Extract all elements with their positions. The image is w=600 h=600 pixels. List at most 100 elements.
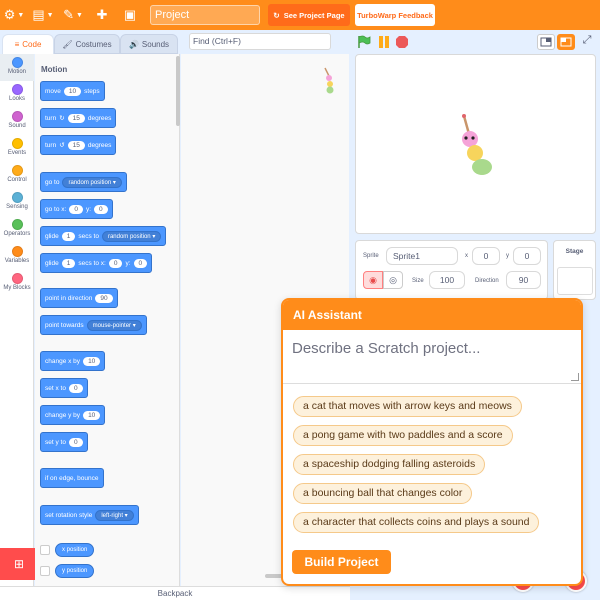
target-dropdown[interactable]: random position ▾	[101, 230, 162, 242]
change-y-block[interactable]: change y by 10	[40, 405, 106, 425]
x-input[interactable]: 0	[69, 204, 83, 214]
y-input[interactable]: 0	[94, 204, 108, 214]
palette-scrollbar[interactable]	[176, 56, 180, 126]
category-sound[interactable]: Sound	[0, 108, 34, 135]
build-project-button[interactable]: Build Project	[292, 550, 391, 574]
resize-handle-icon[interactable]	[571, 373, 579, 381]
tab-sounds[interactable]: 🔊 Sounds	[120, 34, 178, 54]
category-color-icon	[11, 192, 23, 203]
block-input[interactable]: 15	[67, 140, 85, 150]
category-label: Variables	[4, 258, 30, 264]
stage-selector-panel[interactable]: Stage	[553, 240, 596, 300]
block-label: set rotation style	[45, 511, 93, 519]
glide-to-block[interactable]: glide 1 secs to random position ▾	[40, 226, 167, 246]
fullscreen-button[interactable]: ⤢	[579, 34, 595, 50]
packager-button[interactable]: ▣	[116, 0, 144, 30]
category-menu: Motion Looks Sound Events Control Sensing Oper…	[0, 54, 34, 586]
block-input[interactable]: 10	[83, 356, 101, 366]
set-x-block[interactable]: set x to 0	[40, 378, 88, 398]
tab-costumes[interactable]: 🖌 Costumes	[54, 34, 120, 54]
block-input[interactable]: 0	[68, 383, 83, 393]
tab-sounds-label: Sounds	[141, 39, 170, 49]
target-dropdown[interactable]: mouse-pointer ▾	[86, 319, 142, 331]
category-color-icon	[11, 273, 23, 284]
target-dropdown[interactable]: random position ▾	[62, 176, 122, 188]
puzzle-icon: ✚	[96, 7, 108, 22]
project-description-textarea[interactable]: Describe a Scratch project...	[283, 330, 581, 384]
show-sprite-button[interactable]: ◉	[363, 271, 383, 289]
rotation-dropdown[interactable]: left-right ▾	[95, 509, 134, 521]
point-in-direction-block[interactable]: point in direction 90	[40, 288, 118, 308]
direction-input[interactable]: 90	[506, 271, 541, 289]
category-looks[interactable]: Looks	[0, 81, 34, 108]
y-position-reporter[interactable]: y position	[55, 564, 95, 578]
glide-xy-block[interactable]: glide 1 secs to x: 0 y: 0	[40, 253, 153, 273]
block-label: set y to	[45, 438, 66, 446]
block-input[interactable]: 10	[63, 86, 82, 96]
block-label: if on edge, bounce	[45, 474, 99, 482]
backpack-bar[interactable]: Backpack	[0, 586, 350, 600]
stage-label: Stage	[565, 248, 584, 255]
large-stage-button[interactable]	[557, 34, 575, 50]
secs-input[interactable]: 1	[61, 231, 76, 241]
category-variables[interactable]: Variables	[0, 243, 34, 270]
sprite-label: Sprite	[363, 253, 379, 259]
turn-right-block[interactable]: turn ↻ 15 degrees	[40, 108, 117, 128]
pause-button[interactable]	[377, 35, 391, 49]
rotation-style-block[interactable]: set rotation style left-right ▾	[40, 505, 139, 525]
feedback-button[interactable]: TurboWarp Feedback	[355, 4, 435, 26]
x-position-reporter[interactable]: x position	[55, 543, 95, 557]
suggestion-chip[interactable]: a pong game with two paddles and a score	[293, 425, 513, 446]
secs-input[interactable]: 1	[61, 258, 76, 268]
sprite-info-panel: Sprite Sprite1 x 0 y 0 ◉ ◎ Size 100 Dire…	[355, 240, 548, 300]
sprite-name-input[interactable]: Sprite1	[386, 247, 458, 265]
suggestion-chip[interactable]: a bouncing ball that changes color	[293, 483, 473, 504]
small-stage-button[interactable]	[537, 34, 555, 50]
settings-menu-button[interactable]: ⚙ ▼	[0, 0, 28, 30]
block-input[interactable]: 15	[67, 113, 85, 123]
point-towards-block[interactable]: point towards mouse-pointer ▾	[40, 315, 147, 335]
x-position-checkbox[interactable]	[40, 545, 50, 555]
green-flag-button[interactable]	[357, 35, 371, 49]
suggestion-chip[interactable]: a character that collects coins and play…	[293, 512, 540, 533]
category-control[interactable]: Control	[0, 162, 34, 189]
x-position-input[interactable]: 0	[472, 247, 500, 265]
go-to-block[interactable]: go to random position ▾	[40, 172, 127, 192]
go-to-xy-block[interactable]: go to x: 0 y: 0	[40, 199, 113, 219]
block-input[interactable]: 0	[68, 437, 83, 447]
bounce-block[interactable]: if on edge, bounce	[40, 468, 104, 488]
y-position-checkbox[interactable]	[40, 566, 50, 576]
stage-canvas[interactable]	[355, 54, 596, 234]
direction-input[interactable]: 90	[95, 293, 113, 303]
see-project-label: See Project Page	[283, 10, 345, 20]
turn-left-block[interactable]: turn ↺ 15 degrees	[40, 135, 117, 155]
hide-sprite-button[interactable]: ◎	[383, 271, 403, 289]
category-events[interactable]: Events	[0, 135, 34, 162]
stage-thumbnail[interactable]	[557, 267, 593, 295]
size-input[interactable]: 100	[429, 271, 465, 289]
category-operators[interactable]: Operators	[0, 216, 34, 243]
block-label: glide	[45, 232, 59, 240]
block-input[interactable]: 10	[83, 410, 101, 420]
x-input[interactable]: 0	[108, 258, 123, 268]
file-menu-button[interactable]: ▤ ▼	[28, 0, 58, 30]
stop-button[interactable]	[395, 35, 409, 49]
addons-button[interactable]: ✚	[88, 0, 116, 30]
add-extension-button[interactable]: ⊞	[0, 548, 38, 580]
suggestion-list: a cat that moves with arrow keys and meo…	[283, 384, 581, 541]
category-sensing[interactable]: Sensing	[0, 189, 34, 216]
category-my-blocks[interactable]: My Blocks	[0, 270, 34, 297]
suggestion-chip[interactable]: a spaceship dodging falling asteroids	[293, 454, 486, 475]
see-project-page-button[interactable]: ↻ See Project Page	[268, 4, 350, 26]
move-steps-block[interactable]: move 10 steps	[40, 81, 105, 101]
suggestion-chip[interactable]: a cat that moves with arrow keys and meo…	[293, 396, 522, 417]
find-input[interactable]: Find (Ctrl+F)	[189, 33, 331, 50]
edit-menu-button[interactable]: ✎ ▼	[58, 0, 88, 30]
tab-code[interactable]: ≡ Code	[2, 34, 54, 54]
project-title-input[interactable]: Project	[150, 5, 260, 25]
change-x-block[interactable]: change x by 10	[40, 351, 106, 371]
y-input[interactable]: 0	[133, 258, 148, 268]
category-motion[interactable]: Motion	[0, 54, 34, 81]
y-position-input[interactable]: 0	[513, 247, 541, 265]
set-y-block[interactable]: set y to 0	[40, 432, 88, 452]
